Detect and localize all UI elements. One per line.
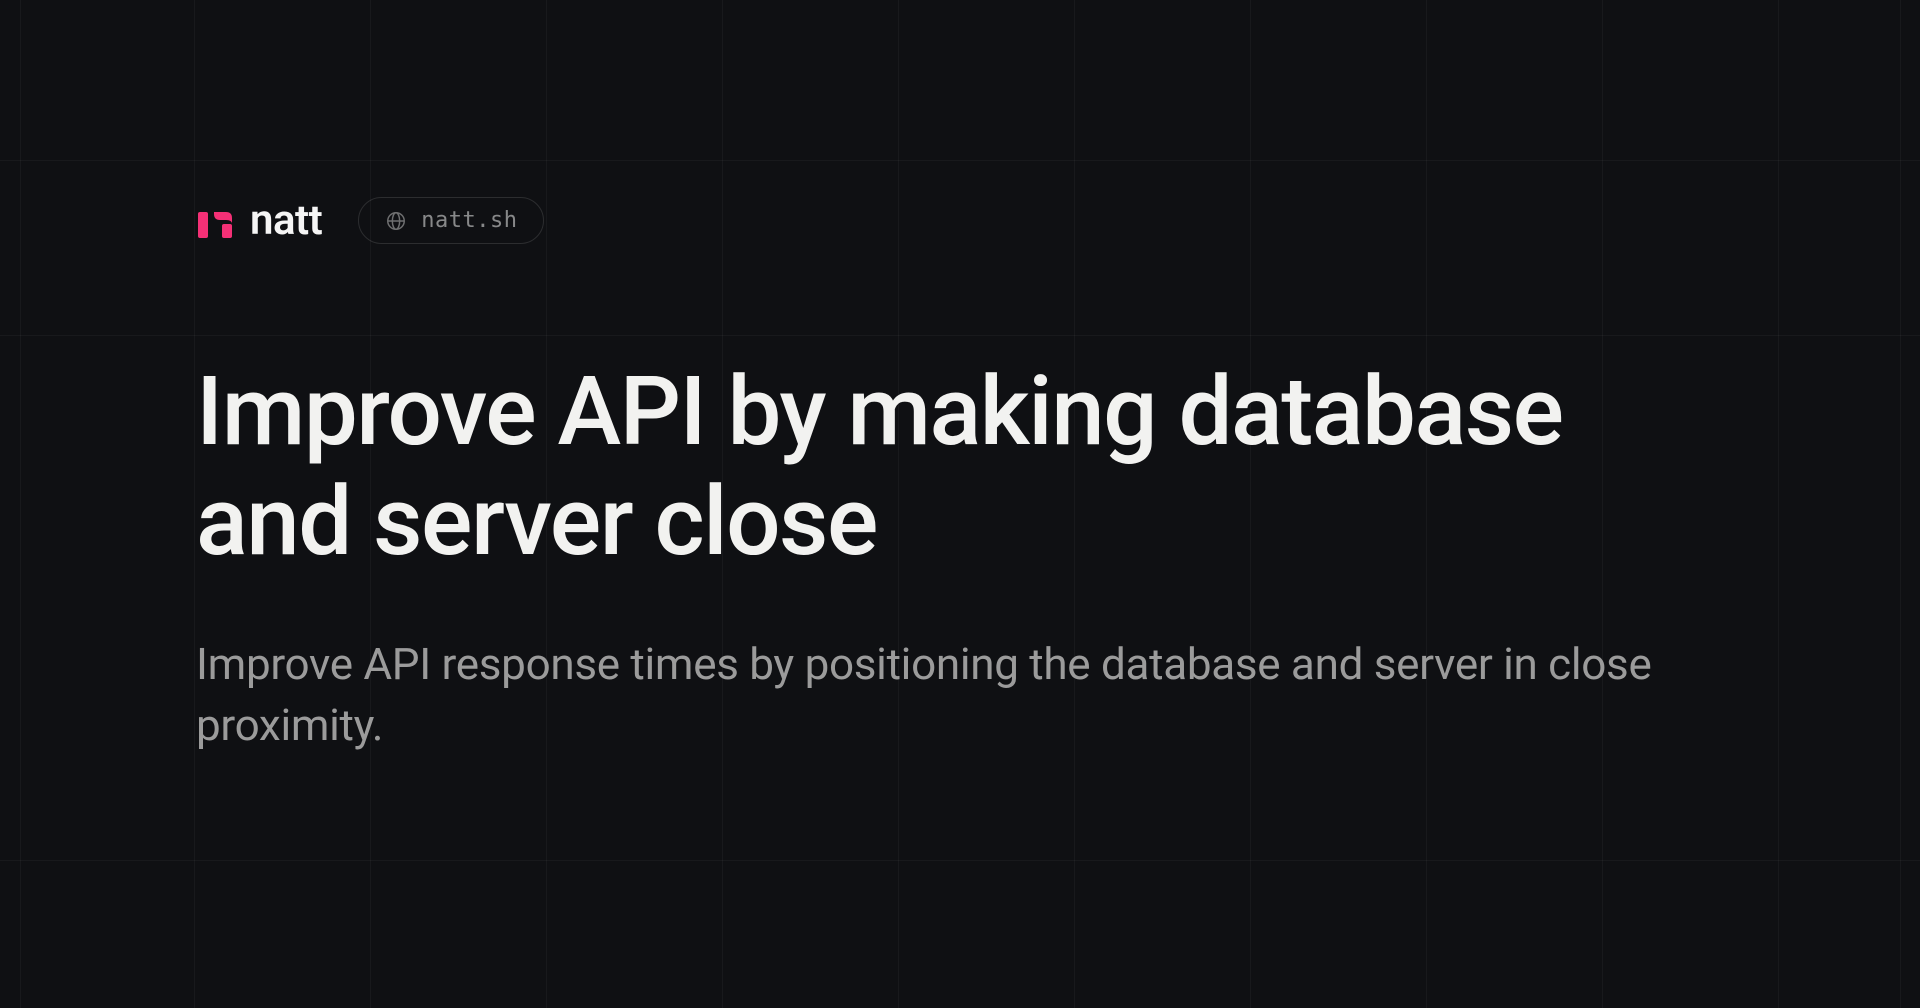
brand: natt [196, 196, 322, 245]
domain-text: natt.sh [421, 208, 517, 233]
brand-name: natt [250, 196, 322, 245]
logo-icon [196, 202, 234, 240]
page-title: Improve API by making database and serve… [196, 357, 1716, 578]
page-subtitle: Improve API response times by positionin… [196, 634, 1716, 757]
domain-pill: natt.sh [358, 197, 544, 244]
globe-icon [385, 210, 407, 232]
header-row: natt natt.sh [196, 196, 1724, 245]
